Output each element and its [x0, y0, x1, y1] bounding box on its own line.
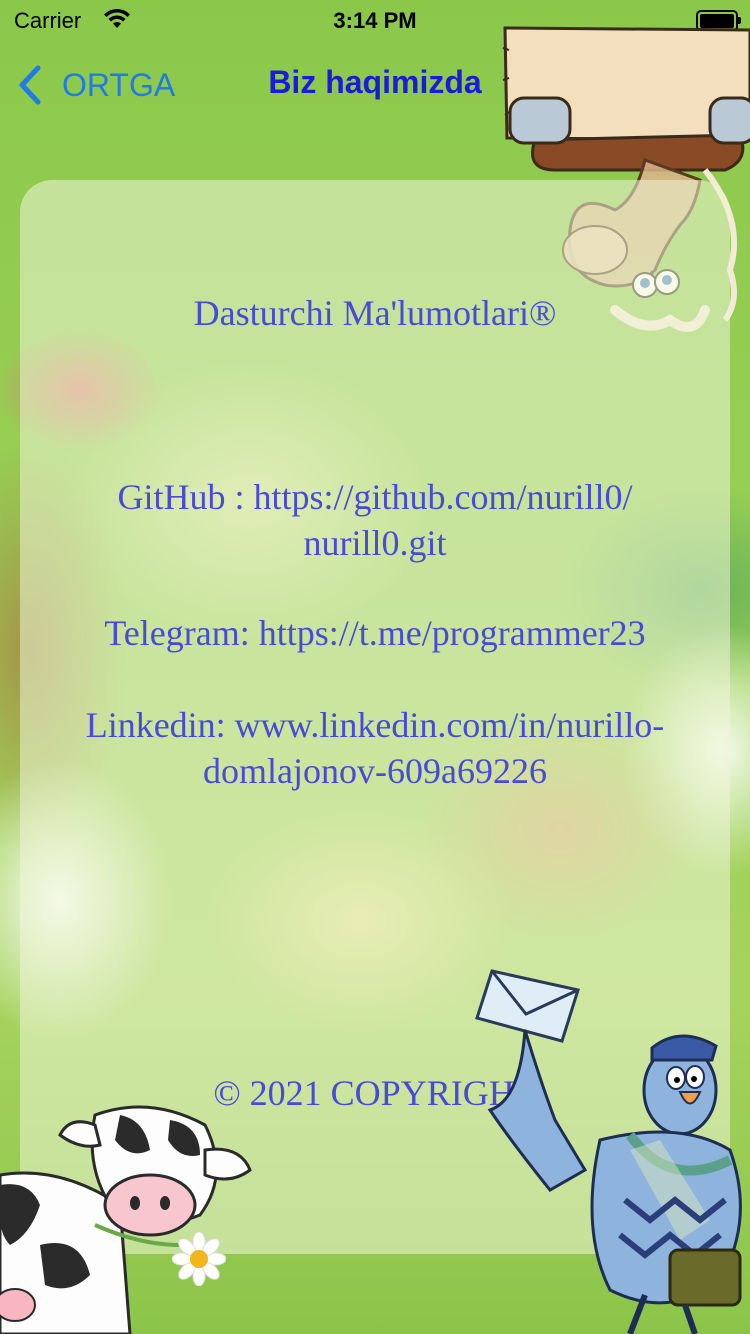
linkedin-link[interactable]: Linkedin: www.linkedin.com/in/nurillo- d…: [20, 702, 730, 794]
linkedin-link-line1: Linkedin: www.linkedin.com/in/nurillo-: [85, 705, 665, 745]
chevron-left-icon: [19, 65, 41, 105]
github-link-line2: nurill0.git: [303, 523, 447, 563]
telegram-link[interactable]: Telegram: https://t.me/programmer23: [20, 610, 730, 656]
cow-icon: [0, 1105, 252, 1334]
linkedin-link-line2: domlajonov-609a69226: [203, 751, 547, 791]
daisy-flower-icon: [172, 1232, 226, 1286]
back-button[interactable]: ORTGA: [16, 62, 186, 108]
pigeon-mail-icon: [487, 1029, 742, 1334]
github-link[interactable]: GitHub : https://github.com/nurill0/ nur…: [20, 474, 730, 566]
back-button-label: ORTGA: [62, 66, 176, 103]
github-link-line1: GitHub : https://github.com/nurill0/: [117, 477, 633, 517]
developer-info-heading: Dasturchi Ma'lumotlari®: [193, 293, 557, 333]
